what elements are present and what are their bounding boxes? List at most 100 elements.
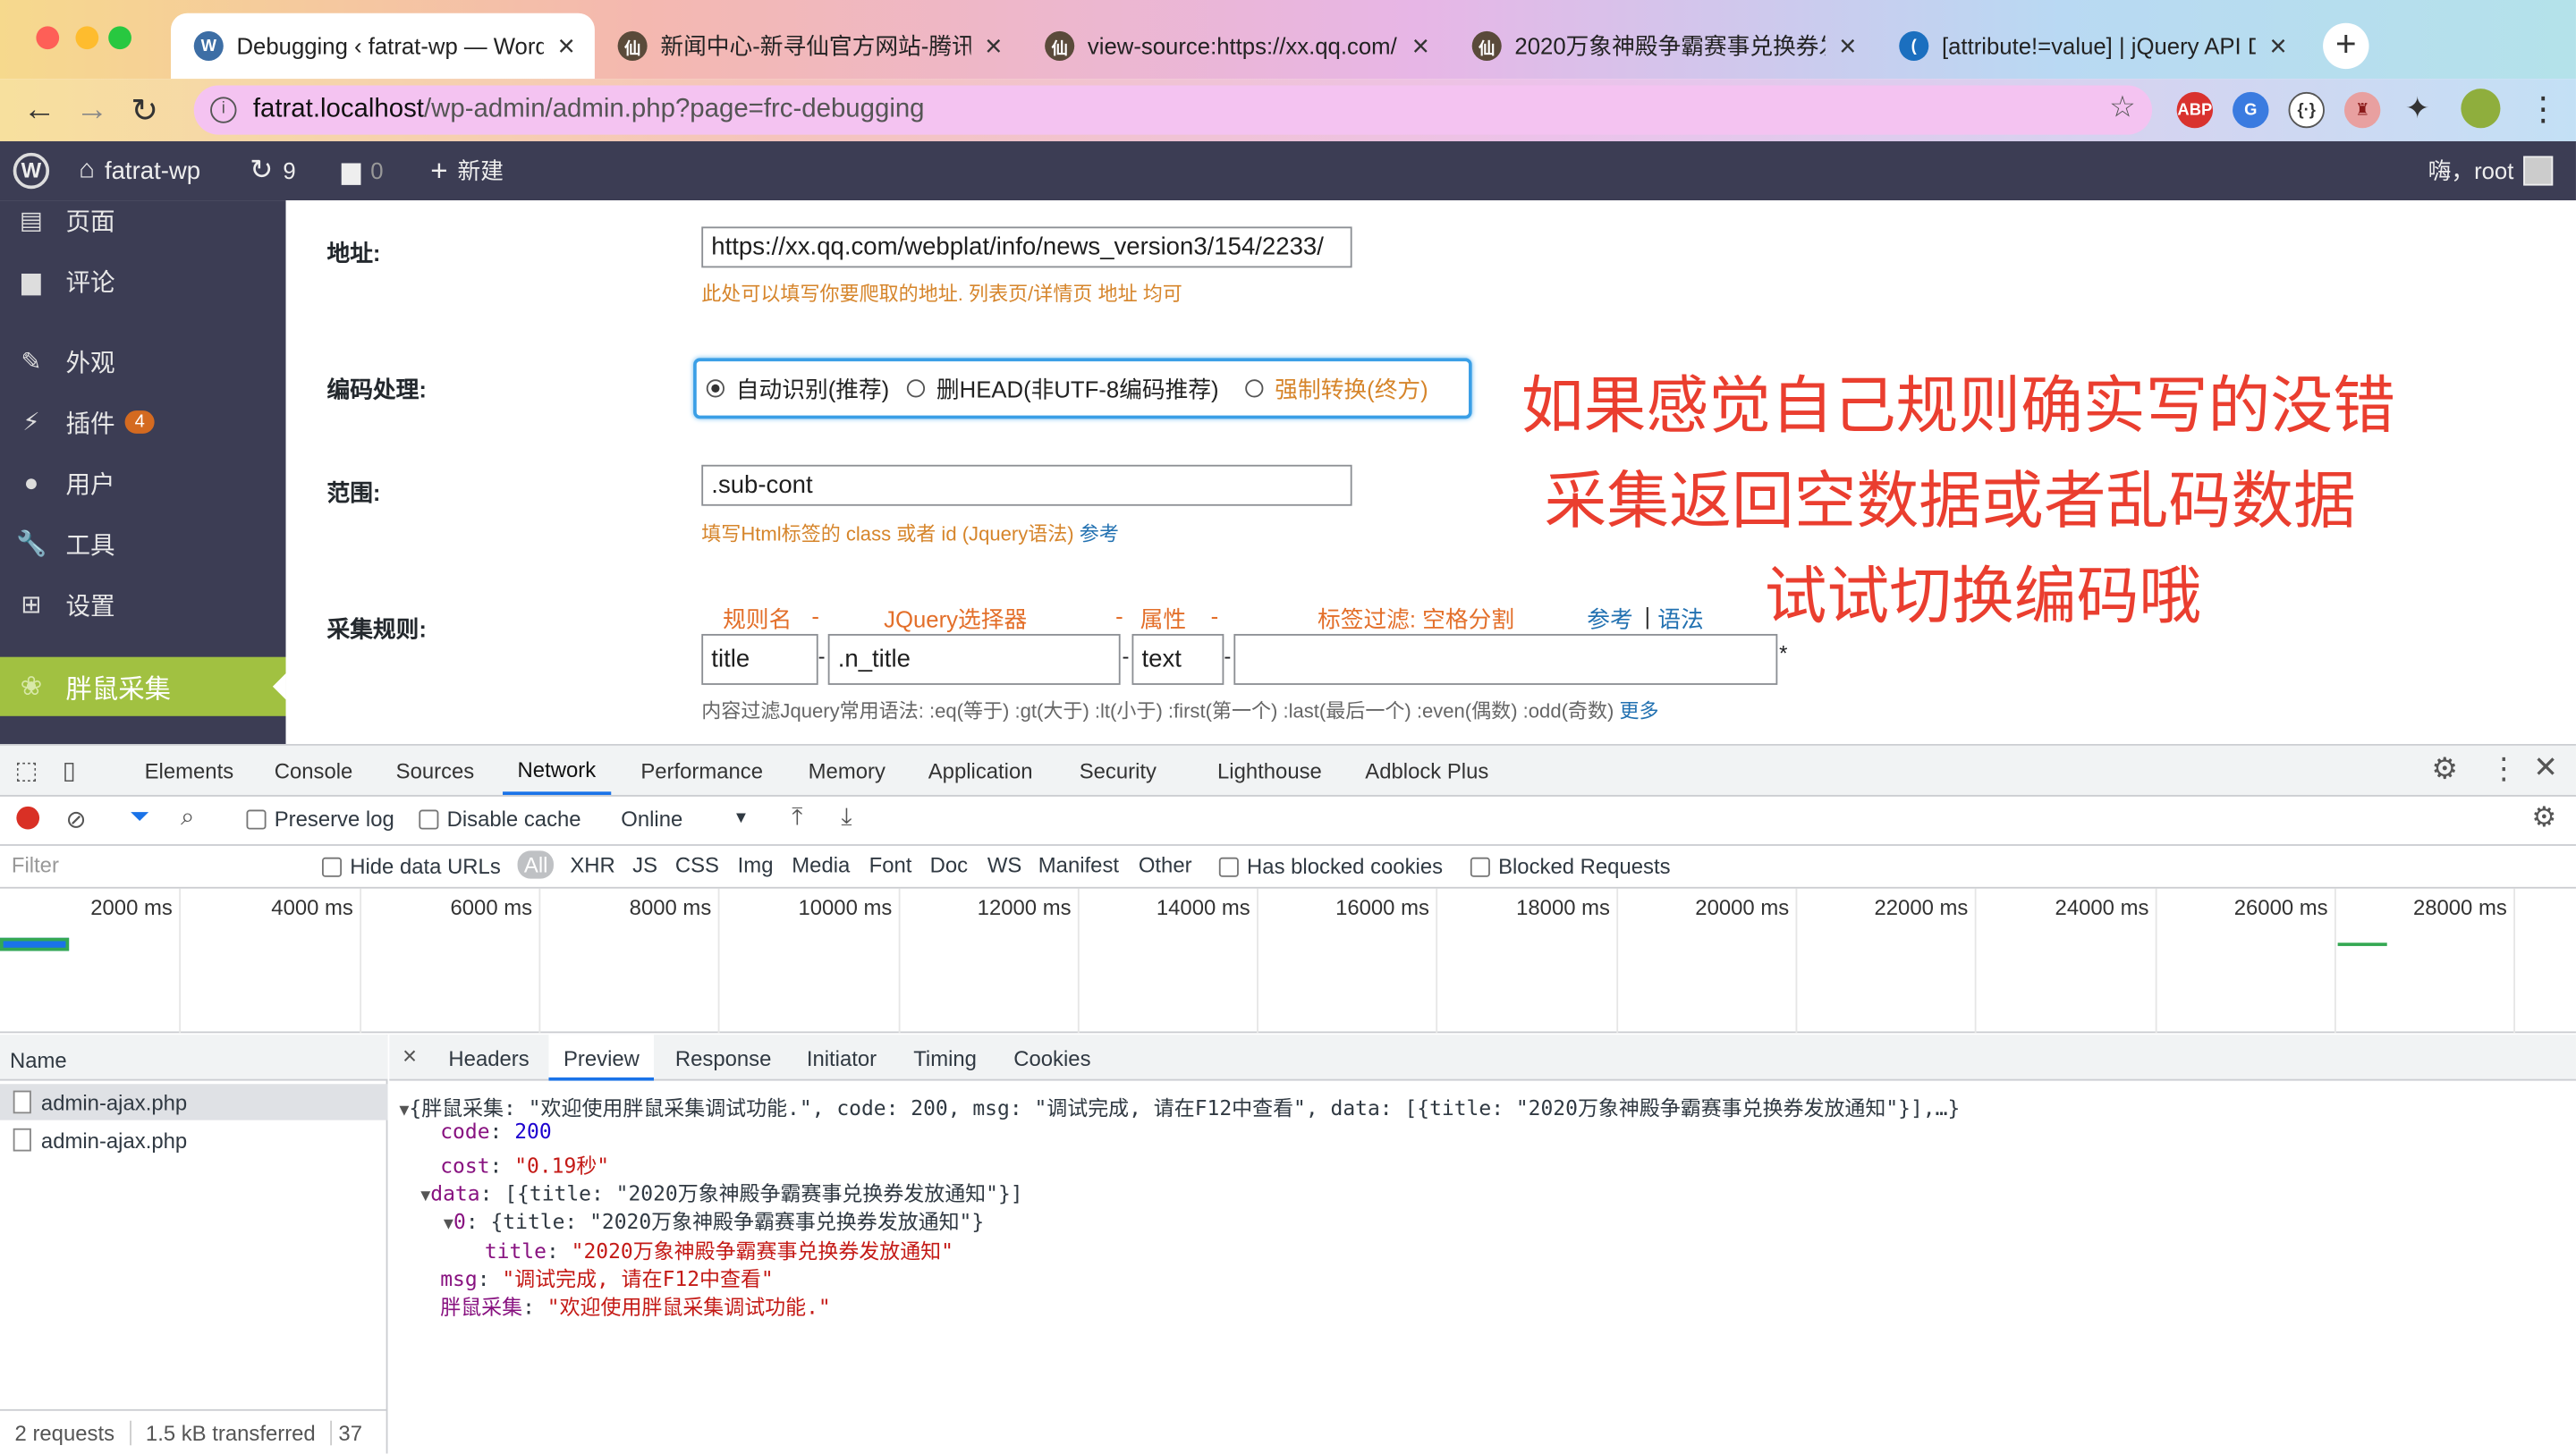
devtools-tab-console[interactable]: Console bbox=[275, 746, 353, 795]
devtools-tab-lighthouse[interactable]: Lighthouse bbox=[1217, 746, 1322, 795]
detail-tab-preview[interactable]: Preview bbox=[548, 1035, 655, 1081]
network-overview-timeline[interactable]: 2000 ms 4000 ms 6000 ms 8000 ms 10000 ms 1200… bbox=[0, 888, 2576, 1034]
blocked-requests-checkbox[interactable]: Blocked Requests bbox=[1470, 854, 1671, 879]
preserve-log-checkbox[interactable]: Preserve log bbox=[246, 807, 394, 831]
type-filter-doc[interactable]: Doc bbox=[930, 852, 968, 877]
address-bar[interactable]: i fatrat.localhost/wp-admin/admin.php?pa… bbox=[193, 85, 2153, 135]
throttle-select[interactable]: Online ▼ bbox=[621, 807, 752, 832]
rule-attr-input[interactable]: text bbox=[1131, 633, 1224, 685]
back-arrow-icon[interactable]: ← bbox=[13, 91, 66, 129]
preview-item-line[interactable]: ▼0: {title: "2020万象神殿争霸赛事兑换券发放通知"} bbox=[444, 1204, 984, 1235]
address-input[interactable]: https://xx.qq.com/webplat/info/news_vers… bbox=[701, 226, 1352, 268]
network-settings-icon[interactable]: ⚙ bbox=[2531, 801, 2556, 834]
devtools-settings-icon[interactable]: ⚙ bbox=[2431, 752, 2458, 787]
rule-more-link[interactable]: 更多 bbox=[1619, 699, 1658, 723]
rule-filter-input[interactable] bbox=[1233, 633, 1778, 685]
close-detail-icon[interactable]: × bbox=[402, 1043, 417, 1070]
encoding-remove-head-radio[interactable] bbox=[906, 379, 926, 398]
detail-tab-response[interactable]: Response bbox=[675, 1046, 772, 1071]
preview-data-line[interactable]: ▼data: [{title: "2020万象神殿争霸赛事兑换券发放通知"}] bbox=[420, 1176, 1022, 1207]
maximize-window-icon[interactable] bbox=[108, 26, 131, 50]
updates-link[interactable]: ↻ 9 bbox=[250, 141, 296, 200]
detail-tab-headers[interactable]: Headers bbox=[448, 1046, 529, 1071]
preview-root-line[interactable]: ▼{胖鼠采集: "欢迎使用胖鼠采集调试功能.", code: 200, msg:… bbox=[399, 1091, 1960, 1122]
sidebar-item-plugins[interactable]: ⚡ 插件 4 bbox=[16, 397, 155, 446]
extension-icon[interactable]: ♜ bbox=[2343, 91, 2381, 129]
devtools-close-icon[interactable]: ✕ bbox=[2533, 750, 2558, 785]
sidebar-item-comments[interactable]: ▆ 评论 bbox=[16, 257, 114, 306]
json-viewer-icon[interactable]: {·} bbox=[2288, 91, 2325, 129]
my-account-link[interactable]: 嗨，root bbox=[2428, 141, 2554, 200]
new-tab-button[interactable]: + bbox=[2323, 22, 2369, 70]
hide-data-urls-checkbox[interactable]: Hide data URLs bbox=[321, 854, 501, 879]
devtools-tab-memory[interactable]: Memory bbox=[809, 746, 886, 795]
device-toolbar-icon[interactable]: ▯ bbox=[63, 756, 76, 785]
close-tab-icon[interactable]: × bbox=[985, 29, 1002, 63]
devtools-tab-network[interactable]: Network bbox=[503, 746, 611, 795]
type-filter-media[interactable]: Media bbox=[792, 852, 850, 877]
extensions-puzzle-icon[interactable]: ✦ bbox=[2405, 92, 2430, 127]
rule-syntax-link[interactable]: 语法 bbox=[1657, 603, 1703, 636]
minimize-window-icon[interactable] bbox=[75, 26, 99, 50]
devtools-tab-security[interactable]: Security bbox=[1080, 746, 1157, 795]
new-content-link[interactable]: + 新建 bbox=[430, 141, 504, 200]
detail-tab-timing[interactable]: Timing bbox=[913, 1046, 977, 1071]
filter-icon[interactable]: ⏷ bbox=[130, 803, 149, 831]
search-icon[interactable]: ⌕ bbox=[181, 803, 194, 831]
devtools-tab-sources[interactable]: Sources bbox=[396, 746, 475, 795]
profile-avatar[interactable] bbox=[2461, 89, 2501, 129]
comments-link[interactable]: ▆ 0 bbox=[342, 141, 384, 200]
grammar-extension-icon[interactable]: G bbox=[2233, 91, 2269, 129]
encoding-auto-radio[interactable] bbox=[706, 379, 724, 398]
close-tab-icon[interactable]: × bbox=[558, 29, 575, 63]
info-icon[interactable]: i bbox=[210, 97, 237, 123]
sidebar-item-tools[interactable]: 🔧 工具 bbox=[16, 519, 114, 568]
type-filter-all[interactable]: All bbox=[517, 850, 555, 879]
close-tab-icon[interactable]: × bbox=[1412, 29, 1429, 63]
type-filter-xhr[interactable]: XHR bbox=[570, 852, 614, 877]
browser-tab[interactable]: 仙 2020万象神殿争霸赛事兑换券发放通知 × bbox=[1449, 13, 1877, 79]
range-input[interactable]: .sub-cont bbox=[701, 464, 1352, 506]
close-tab-icon[interactable]: × bbox=[2269, 29, 2286, 63]
network-filter-input[interactable]: Filter bbox=[12, 852, 299, 882]
sidebar-item-users[interactable]: ● 用户 bbox=[16, 458, 115, 507]
export-har-icon[interactable]: ⤓ bbox=[841, 803, 852, 831]
type-filter-ws[interactable]: WS bbox=[987, 852, 1021, 877]
name-column-header[interactable]: Name bbox=[0, 1035, 388, 1081]
reload-icon[interactable]: ↻ bbox=[118, 89, 171, 131]
type-filter-font[interactable]: Font bbox=[869, 852, 912, 877]
type-filter-other[interactable]: Other bbox=[1139, 852, 1192, 877]
sidebar-item-pages[interactable]: ▤ 页面 bbox=[16, 196, 115, 245]
type-filter-css[interactable]: CSS bbox=[675, 852, 719, 877]
rule-selector-input[interactable]: .n_title bbox=[827, 633, 1121, 685]
close-window-icon[interactable] bbox=[36, 26, 60, 50]
close-tab-icon[interactable]: × bbox=[1839, 29, 1856, 63]
sidebar-item-fatrat[interactable]: ❀ 胖鼠采集 bbox=[0, 656, 286, 716]
devtools-tab-adblock-plus[interactable]: Adblock Plus bbox=[1365, 746, 1488, 795]
has-blocked-cookies-checkbox[interactable]: Has blocked cookies bbox=[1218, 854, 1443, 879]
encoding-force-radio[interactable] bbox=[1245, 379, 1264, 398]
detail-tab-initiator[interactable]: Initiator bbox=[807, 1046, 877, 1071]
wordpress-logo-icon[interactable]: W bbox=[13, 141, 50, 200]
devtools-menu-icon[interactable]: ⋮ bbox=[2489, 752, 2519, 787]
request-row[interactable]: admin-ajax.php bbox=[0, 1121, 387, 1157]
type-filter-manifest[interactable]: Manifest bbox=[1038, 852, 1119, 877]
bookmark-star-icon[interactable]: ☆ bbox=[2109, 90, 2136, 125]
type-filter-img[interactable]: Img bbox=[738, 852, 774, 877]
site-name-link[interactable]: ⌂ fatrat-wp bbox=[79, 141, 200, 200]
rule-name-input[interactable]: title bbox=[701, 633, 818, 685]
request-row[interactable]: admin-ajax.php bbox=[0, 1084, 388, 1120]
browser-tab[interactable]: W Debugging ‹ fatrat-wp — WordPress × bbox=[171, 13, 595, 80]
sidebar-item-appearance[interactable]: ✎ 外观 bbox=[16, 337, 114, 386]
browser-tab[interactable]: ( [attribute!=value] | jQuery API Docume… bbox=[1877, 13, 2307, 79]
sidebar-item-settings[interactable]: ⊞ 设置 bbox=[16, 579, 114, 629]
range-reference-link[interactable]: 参考 bbox=[1080, 522, 1119, 545]
disable-cache-checkbox[interactable]: Disable cache bbox=[419, 807, 581, 831]
inspect-element-icon[interactable]: ⬚ bbox=[15, 756, 38, 785]
adblock-plus-icon[interactable]: ABP bbox=[2176, 91, 2214, 129]
browser-tab[interactable]: 仙 view-source:https://xx.qq.com/ × bbox=[1021, 13, 1449, 79]
devtools-tab-application[interactable]: Application bbox=[928, 746, 1033, 795]
devtools-tab-performance[interactable]: Performance bbox=[640, 746, 763, 795]
browser-tab[interactable]: 仙 新闻中心-新寻仙官方网站-腾讯游戏 × bbox=[595, 13, 1022, 79]
type-filter-js[interactable]: JS bbox=[632, 852, 657, 877]
